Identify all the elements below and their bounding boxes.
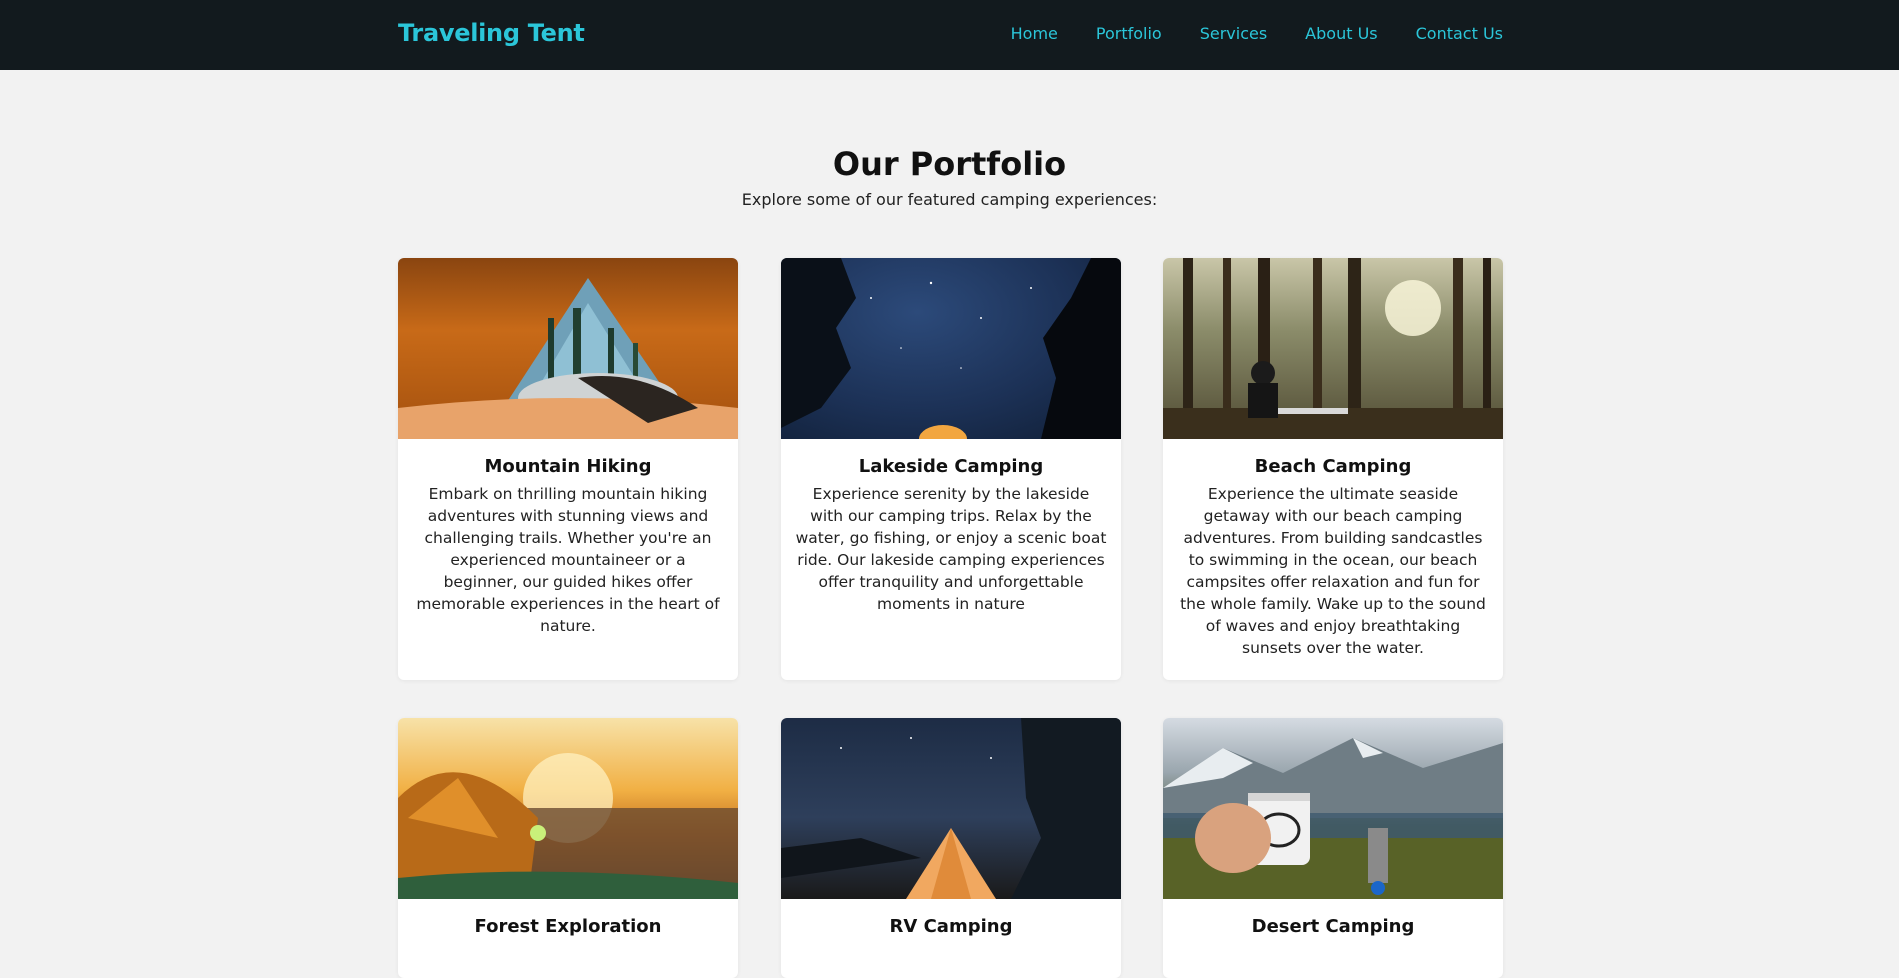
- card-image-sunset-tent: [398, 718, 738, 899]
- card-description: Embark on thrilling mountain hiking adve…: [416, 485, 720, 635]
- forest-table-illustration: [1163, 258, 1503, 439]
- brand-logo[interactable]: Traveling Tent: [398, 19, 585, 47]
- card-image-night-sky: [781, 258, 1121, 439]
- nav-links: Home Portfolio Services About Us Contact…: [973, 24, 1503, 43]
- nav-link-home[interactable]: Home: [1011, 24, 1058, 43]
- portfolio-card-beach-camping[interactable]: Beach Camping Experience the ultimate se…: [1163, 258, 1503, 680]
- portfolio-card-forest-exploration[interactable]: Forest Exploration: [398, 718, 738, 978]
- portfolio-card-rv-camping[interactable]: RV Camping: [781, 718, 1121, 978]
- mug-mountains-illustration: [1163, 738, 1503, 899]
- nav-link-contact-us[interactable]: Contact Us: [1416, 24, 1503, 43]
- portfolio-card-desert-camping[interactable]: Desert Camping: [1163, 718, 1503, 978]
- card-image-mug-mountains: [1163, 718, 1503, 899]
- card-title: Desert Camping: [1251, 916, 1415, 937]
- card-description: Experience the ultimate seaside getaway …: [1180, 485, 1486, 657]
- nav-link-portfolio[interactable]: Portfolio: [1096, 24, 1162, 43]
- card-title: RV Camping: [889, 916, 1013, 937]
- page-subtitle: Explore some of our featured camping exp…: [741, 190, 1158, 209]
- nav-link-services[interactable]: Services: [1200, 24, 1267, 43]
- card-description: Experience serenity by the lakeside with…: [795, 485, 1107, 613]
- navbar: Traveling Tent Home Portfolio Services A…: [0, 0, 1899, 70]
- card-image-night-tent: [781, 718, 1121, 899]
- night-tent-illustration: [781, 718, 1121, 899]
- tent-view-illustration: [398, 278, 738, 439]
- card-title: Mountain Hiking: [484, 456, 652, 477]
- nav-link-about-us[interactable]: About Us: [1305, 24, 1377, 43]
- page-title: Our Portfolio: [832, 145, 1067, 183]
- portfolio-card-lakeside-camping[interactable]: Lakeside Camping Experience serenity by …: [781, 258, 1121, 680]
- card-title: Beach Camping: [1254, 456, 1412, 477]
- night-sky-illustration: [781, 258, 1121, 439]
- card-title: Forest Exploration: [474, 916, 662, 937]
- portfolio-card-mountain-hiking[interactable]: Mountain Hiking Embark on thrilling moun…: [398, 258, 738, 680]
- card-image-forest-table: [1163, 258, 1503, 439]
- card-title: Lakeside Camping: [858, 456, 1044, 477]
- sunset-tent-illustration: [398, 753, 738, 899]
- card-image-tent: [398, 258, 738, 439]
